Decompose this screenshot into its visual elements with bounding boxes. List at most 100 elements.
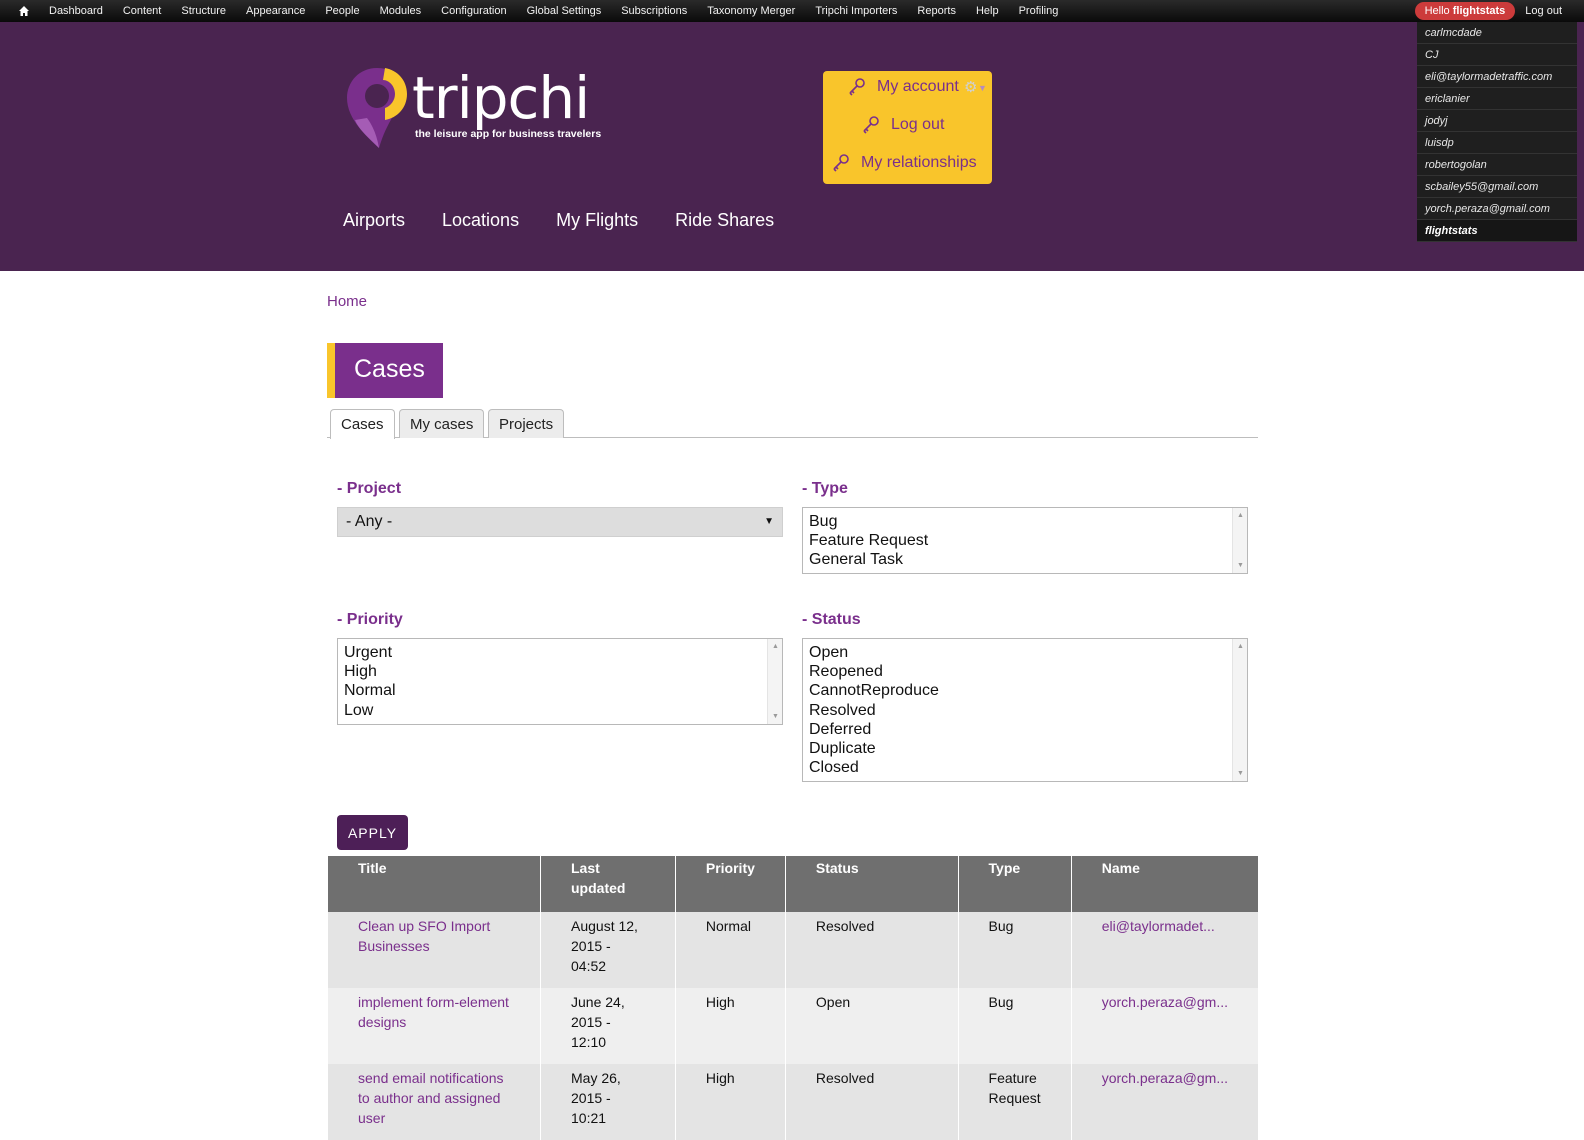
priority-option[interactable]: High [344, 662, 776, 681]
masquerade-user-item[interactable]: scbailey55@gmail.com [1417, 176, 1577, 198]
priority-option[interactable]: Urgent [344, 643, 776, 662]
admin-menu-item-content[interactable]: Content [113, 0, 172, 22]
site-logo[interactable]: tripchi the leisure app for business tra… [345, 64, 601, 154]
column-header-name[interactable]: Name [1071, 856, 1258, 912]
admin-menu-item-people[interactable]: People [315, 0, 369, 22]
hello-user-badge[interactable]: Hello flightstats [1414, 2, 1516, 20]
masquerade-user-item[interactable]: ericlanier [1417, 88, 1577, 110]
tab-projects[interactable]: Projects [488, 409, 565, 438]
status-option[interactable]: Open [809, 643, 1241, 662]
my-relationships-label: My relationships [861, 154, 977, 171]
priority-option[interactable]: Normal [344, 681, 776, 700]
column-header-priority[interactable]: Priority [675, 856, 786, 912]
case-last-updated: May 26, 2015 - 10:21 [540, 1064, 676, 1140]
case-author-link[interactable]: yorch.peraza@gm... [1071, 988, 1258, 1064]
status-option[interactable]: Duplicate [809, 739, 1241, 758]
status-option[interactable]: Closed [809, 758, 1241, 777]
map-pin-icon [347, 68, 407, 148]
masquerade-user-list: carlmcdade CJ eli@taylormadetraffic.com … [1417, 22, 1577, 242]
priority-filter-label: - Priority [337, 611, 403, 628]
status-listbox[interactable]: Open Reopened CannotReproduce Resolved D… [802, 638, 1248, 782]
type-option[interactable]: General Task [809, 550, 1241, 569]
tab-bar: Cases My cases Projects [327, 409, 1258, 439]
case-title-link[interactable]: send email notifications to author and a… [328, 1064, 541, 1140]
masquerade-user-item[interactable]: carlmcdade [1417, 22, 1577, 44]
type-listbox[interactable]: Bug Feature Request General Task ▲ ▼ [802, 507, 1248, 574]
admin-menu-item-configuration[interactable]: Configuration [431, 0, 516, 22]
tab-cases[interactable]: Cases [330, 409, 395, 439]
log-out-label: Log out [891, 116, 945, 133]
case-title-link[interactable]: Clean up SFO Import Businesses [328, 912, 541, 988]
admin-menu-item-dashboard[interactable]: Dashboard [39, 0, 113, 22]
admin-menu-item-help[interactable]: Help [966, 0, 1009, 22]
status-option[interactable]: CannotReproduce [809, 681, 1241, 700]
column-header-title[interactable]: Title [328, 856, 541, 912]
hello-username: flightstats [1452, 5, 1506, 17]
admin-menu-item-tripchi-importers[interactable]: Tripchi Importers [805, 0, 907, 22]
case-status: Open [785, 988, 959, 1064]
column-header-type[interactable]: Type [958, 856, 1072, 912]
type-filter-label: - Type [802, 480, 848, 497]
home-icon[interactable] [12, 0, 36, 22]
case-priority: High [675, 1064, 786, 1140]
masquerade-user-item[interactable]: robertogolan [1417, 154, 1577, 176]
nav-item-ride-shares[interactable]: Ride Shares [675, 210, 774, 231]
status-option[interactable]: Reopened [809, 662, 1241, 681]
scroll-up-arrow-icon: ▲ [1237, 512, 1244, 519]
masquerade-user-item[interactable]: CJ [1417, 44, 1577, 66]
key-icon [833, 154, 849, 172]
case-author-link[interactable]: eli@taylormadet... [1071, 912, 1258, 988]
admin-menu-item-subscriptions[interactable]: Subscriptions [611, 0, 697, 22]
scroll-up-arrow-icon: ▲ [772, 643, 779, 650]
status-option[interactable]: Resolved [809, 701, 1241, 720]
nav-item-airports[interactable]: Airports [343, 210, 405, 231]
logo-tagline: the leisure app for business travelers [415, 128, 602, 140]
admin-menu-item-modules[interactable]: Modules [370, 0, 432, 22]
priority-listbox[interactable]: Urgent High Normal Low ▲ ▼ [337, 638, 783, 725]
user-menu-box: My account ⚙ ▼ Log out My relationships [823, 71, 992, 184]
column-header-last-updated[interactable]: Last updated [540, 856, 676, 912]
case-title-link[interactable]: implement form-element designs [328, 988, 541, 1064]
admin-menu-item-global-settings[interactable]: Global Settings [517, 0, 612, 22]
breadcrumb-home-link[interactable]: Home [327, 293, 367, 310]
case-author-link[interactable]: yorch.peraza@gm... [1071, 1064, 1258, 1140]
hello-prefix: Hello [1424, 5, 1450, 17]
priority-listbox-scrollbar[interactable]: ▲ ▼ [767, 639, 782, 724]
scroll-down-arrow-icon: ▼ [772, 713, 779, 720]
type-option[interactable]: Bug [809, 512, 1241, 531]
cases-table: Title Last updated Priority Status Type … [328, 856, 1258, 1140]
apply-button[interactable]: APPLY [337, 815, 408, 850]
admin-menu: Dashboard Content Structure Appearance P… [39, 0, 1068, 22]
nav-item-locations[interactable]: Locations [442, 210, 519, 231]
masquerade-user-item[interactable]: jodyj [1417, 110, 1577, 132]
scroll-down-arrow-icon: ▼ [1237, 562, 1244, 569]
admin-menu-item-profiling[interactable]: Profiling [1009, 0, 1069, 22]
column-header-status[interactable]: Status [785, 856, 959, 912]
gear-icon[interactable]: ⚙ [964, 78, 977, 96]
log-out-link[interactable]: Log out [861, 115, 944, 135]
case-last-updated: August 12, 2015 - 04:52 [540, 912, 676, 988]
status-filter-label: - Status [802, 611, 861, 628]
admin-menu-item-structure[interactable]: Structure [171, 0, 236, 22]
nav-item-my-flights[interactable]: My Flights [556, 210, 638, 231]
masquerade-user-item[interactable]: luisdp [1417, 132, 1577, 154]
tab-my-cases[interactable]: My cases [399, 409, 485, 438]
status-listbox-scrollbar[interactable]: ▲ ▼ [1232, 639, 1247, 781]
type-listbox-scrollbar[interactable]: ▲ ▼ [1232, 508, 1247, 573]
masquerade-user-item[interactable]: eli@taylormadetraffic.com [1417, 66, 1577, 88]
priority-option[interactable]: Low [344, 701, 776, 720]
case-status: Resolved [785, 912, 959, 988]
case-type: Bug [958, 912, 1072, 988]
my-account-link[interactable]: My account [847, 77, 959, 97]
admin-logout-link[interactable]: Log out [1525, 5, 1562, 17]
masquerade-user-item-current[interactable]: flightstats [1417, 220, 1577, 242]
admin-menu-item-taxonomy-merger[interactable]: Taxonomy Merger [697, 0, 805, 22]
project-select[interactable]: - Any - ▼ [337, 507, 783, 537]
my-relationships-link[interactable]: My relationships [831, 153, 977, 173]
admin-menu-item-appearance[interactable]: Appearance [236, 0, 315, 22]
chevron-down-icon[interactable]: ▼ [978, 83, 987, 93]
admin-menu-item-reports[interactable]: Reports [907, 0, 966, 22]
status-option[interactable]: Deferred [809, 720, 1241, 739]
type-option[interactable]: Feature Request [809, 531, 1241, 550]
masquerade-user-item[interactable]: yorch.peraza@gmail.com [1417, 198, 1577, 220]
